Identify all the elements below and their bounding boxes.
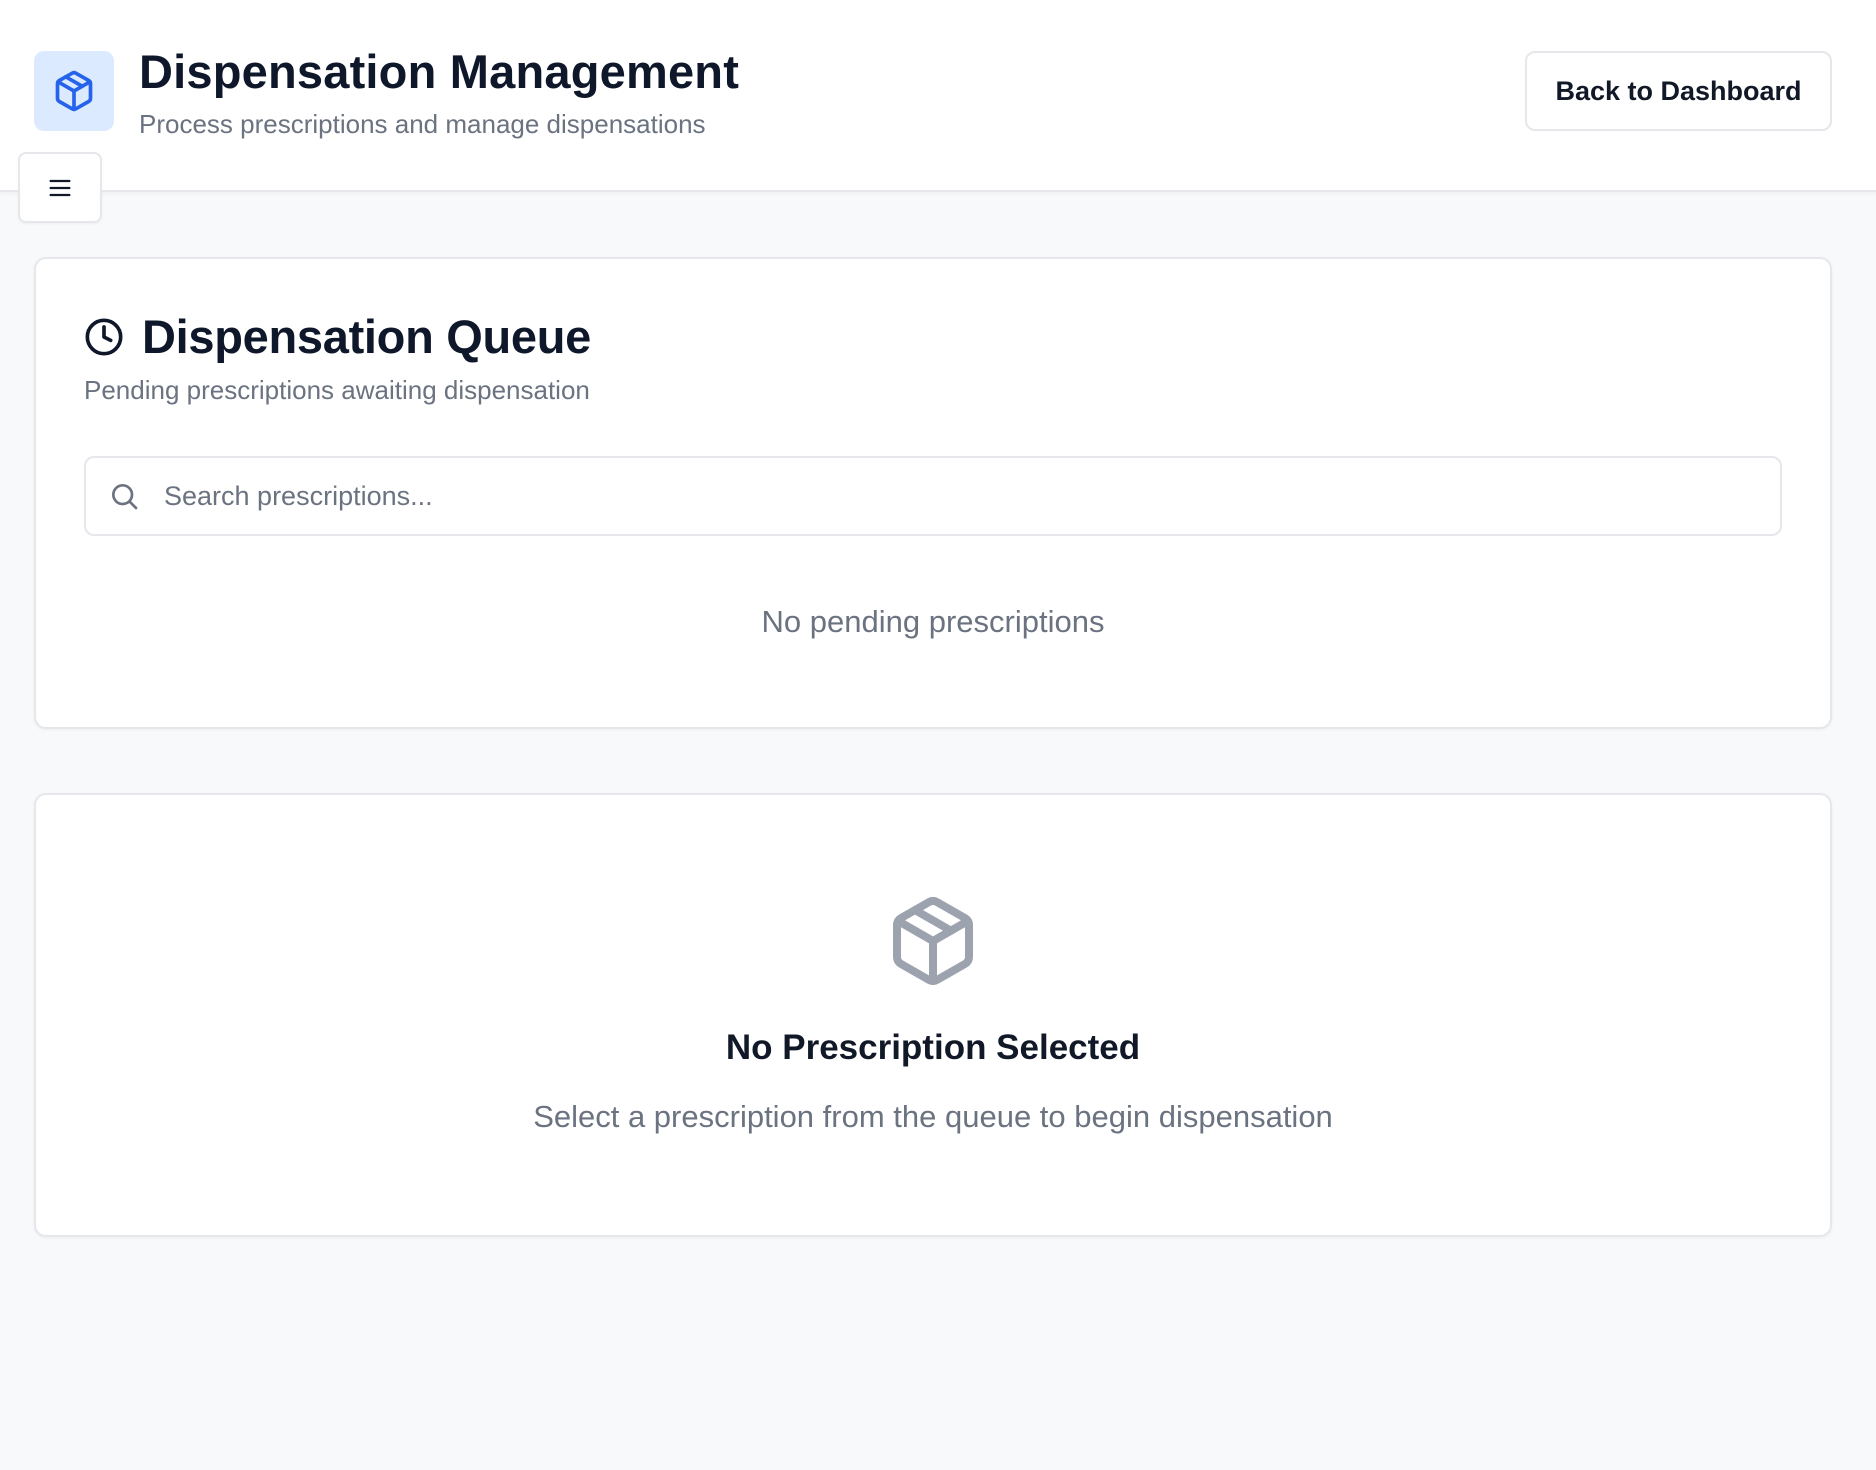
package-icon xyxy=(893,897,973,985)
empty-queue-message: No pending prescriptions xyxy=(761,604,1105,639)
queue-header: Dispensation Queue xyxy=(84,309,591,364)
queue-description: Pending prescriptions awaiting dispensat… xyxy=(84,375,590,405)
search-box xyxy=(84,456,1782,536)
search-icon xyxy=(112,484,138,510)
hamburger-menu-icon xyxy=(49,179,71,196)
clock-icon xyxy=(85,318,123,355)
empty-detail-title: No Prescription Selected xyxy=(725,1028,1141,1067)
menu-toggle-button[interactable] xyxy=(18,152,102,223)
prescription-detail-card: No Prescription Selected Select a prescr… xyxy=(34,793,1832,1237)
back-to-dashboard-button[interactable]: Back to Dashboard xyxy=(1525,51,1832,131)
search-input[interactable] xyxy=(164,458,1764,534)
page-title: Dispensation Management xyxy=(139,45,740,98)
dispensation-queue-card: Dispensation Queue Pending prescriptions… xyxy=(34,257,1832,729)
app-header: Dispensation Management Process prescrip… xyxy=(0,0,1876,192)
page-subtitle: Process prescriptions and manage dispens… xyxy=(139,109,706,139)
queue-title: Dispensation Queue xyxy=(142,310,592,363)
empty-detail-description: Select a prescription from the queue to … xyxy=(533,1099,1333,1134)
package-icon xyxy=(55,70,93,112)
logo-badge xyxy=(34,51,114,131)
